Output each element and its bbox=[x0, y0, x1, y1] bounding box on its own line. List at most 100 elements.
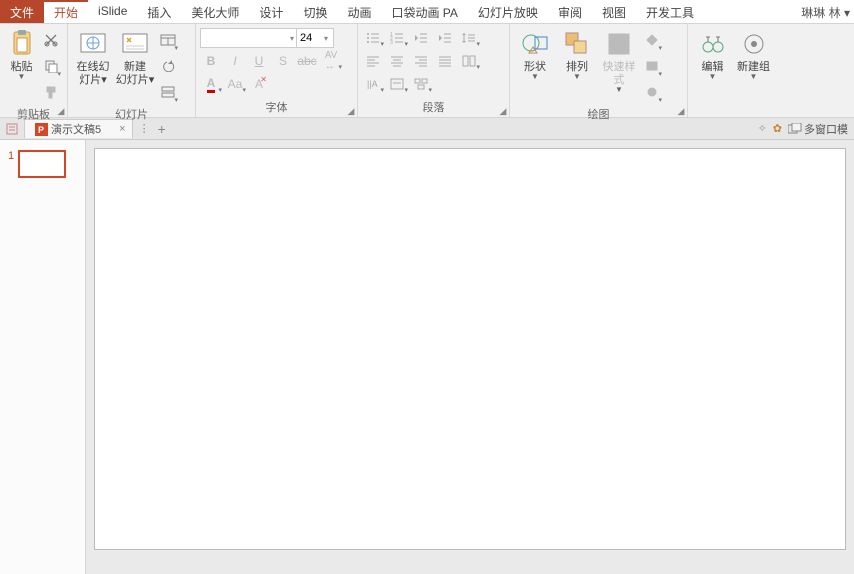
online-slide-label: 在线幻 灯片▾ bbox=[77, 61, 110, 87]
arrange-icon bbox=[561, 28, 593, 60]
slides-group-label: 幻灯片 bbox=[72, 106, 191, 124]
tab-beautify[interactable]: 美化大师 bbox=[181, 0, 249, 23]
editing-group-label bbox=[692, 115, 774, 117]
drawing-dialog-launcher[interactable]: ◢ bbox=[676, 106, 686, 116]
tab-slideshow[interactable]: 幻灯片放映 bbox=[468, 0, 548, 23]
tab-animation[interactable]: 动画 bbox=[337, 0, 381, 23]
tab-transition[interactable]: 切换 bbox=[293, 0, 337, 23]
drawing-group-label: 绘图 bbox=[514, 106, 683, 124]
clipboard-group-label: 剪贴板 bbox=[4, 106, 63, 124]
align-center-button[interactable] bbox=[386, 51, 408, 71]
close-tab-button[interactable]: × bbox=[119, 123, 125, 135]
cut-button[interactable] bbox=[41, 28, 61, 52]
tab-home[interactable]: 开始 bbox=[44, 0, 88, 23]
slide-thumbnail[interactable]: 1 bbox=[8, 150, 85, 178]
svg-text:A: A bbox=[613, 38, 621, 52]
format-painter-button bbox=[41, 80, 61, 104]
tab-developer[interactable]: 开发工具 bbox=[636, 0, 704, 23]
online-slide-icon bbox=[77, 28, 109, 60]
online-slide-button[interactable]: 在线幻 灯片▾ bbox=[72, 26, 114, 89]
font-size-input[interactable] bbox=[296, 28, 334, 48]
text-direction-button[interactable]: ||A bbox=[362, 74, 384, 94]
new-slide-button[interactable]: 新建 幻灯片▾ bbox=[114, 26, 156, 89]
pin-icon[interactable]: ✧ bbox=[758, 122, 767, 135]
chevron-down-icon: ▼ bbox=[573, 74, 581, 80]
align-left-button[interactable] bbox=[362, 51, 384, 71]
svg-text:3: 3 bbox=[390, 40, 393, 44]
svg-text:||A: ||A bbox=[367, 79, 378, 89]
numbering-button[interactable]: 123 bbox=[386, 28, 408, 48]
settings-icon[interactable]: ✿ bbox=[773, 122, 782, 135]
tab-view[interactable]: 视图 bbox=[592, 0, 636, 23]
new-slide-icon bbox=[119, 28, 151, 60]
paragraph-dialog-launcher[interactable]: ◢ bbox=[498, 106, 508, 116]
edit-button[interactable]: 编辑 ▼ bbox=[692, 26, 733, 82]
clipboard-icon bbox=[6, 28, 38, 60]
bullets-button[interactable] bbox=[362, 28, 384, 48]
thumbnail-preview[interactable] bbox=[18, 150, 66, 178]
layout-button[interactable] bbox=[158, 28, 178, 52]
multi-window-button[interactable]: 多窗口模 bbox=[788, 121, 848, 137]
font-group-label: 字体 bbox=[200, 99, 353, 117]
bold-button[interactable]: B bbox=[200, 51, 222, 71]
slide-number: 1 bbox=[8, 150, 14, 162]
quick-styles-button: A 快速样式 ▼ bbox=[598, 26, 640, 95]
increase-indent-button[interactable] bbox=[434, 28, 456, 48]
quick-styles-label: 快速样式 bbox=[598, 61, 640, 87]
align-text-button[interactable] bbox=[386, 74, 408, 94]
chevron-down-icon: ▼ bbox=[531, 74, 539, 80]
user-account[interactable]: 琳琳 林 ▾ bbox=[797, 0, 854, 23]
chevron-down-icon: ▼ bbox=[18, 74, 26, 80]
tab-pocket-animation[interactable]: 口袋动画 PA bbox=[381, 0, 467, 23]
paragraph-group-label: 段落 bbox=[362, 99, 505, 117]
clipboard-dialog-launcher[interactable]: ◢ bbox=[56, 106, 66, 116]
italic-button[interactable]: I bbox=[224, 51, 246, 71]
slide-canvas[interactable] bbox=[94, 148, 846, 550]
shapes-button[interactable]: 形状 ▼ bbox=[514, 26, 556, 82]
font-dialog-launcher[interactable]: ◢ bbox=[346, 106, 356, 116]
section-button[interactable] bbox=[158, 80, 178, 104]
shape-fill-button bbox=[642, 28, 662, 52]
quick-styles-icon: A bbox=[603, 28, 635, 60]
chevron-down-icon: ▼ bbox=[709, 74, 717, 80]
clear-format-button[interactable]: A✕ bbox=[248, 74, 270, 94]
font-color-button[interactable]: A bbox=[200, 74, 222, 94]
arrange-button[interactable]: 排列 ▼ bbox=[556, 26, 598, 82]
slide-canvas-area[interactable] bbox=[86, 140, 854, 574]
tab-insert[interactable]: 插入 bbox=[137, 0, 181, 23]
shape-effects-button bbox=[642, 80, 662, 104]
align-right-button[interactable] bbox=[410, 51, 432, 71]
chevron-down-icon: ▼ bbox=[615, 87, 623, 93]
new-group-icon bbox=[738, 28, 770, 60]
reset-slide-button[interactable] bbox=[158, 54, 178, 78]
new-group-button[interactable]: 新建组 ▼ bbox=[733, 26, 774, 82]
strikethrough-button[interactable]: abc bbox=[296, 51, 318, 71]
tab-file[interactable]: 文件 bbox=[0, 0, 44, 23]
chevron-down-icon: ▼ bbox=[750, 74, 758, 80]
shape-outline-button bbox=[642, 54, 662, 78]
shapes-icon bbox=[519, 28, 551, 60]
svg-text:P: P bbox=[38, 125, 44, 135]
new-slide-label: 新建 幻灯片▾ bbox=[116, 61, 155, 87]
underline-button[interactable]: U bbox=[248, 51, 270, 71]
tab-design[interactable]: 设计 bbox=[249, 0, 293, 23]
font-family-input[interactable] bbox=[200, 28, 300, 48]
char-spacing-button[interactable]: AV↔ bbox=[320, 51, 342, 71]
tab-review[interactable]: 审阅 bbox=[548, 0, 592, 23]
ribbon: 粘贴 ▼ 剪贴板 ◢ 在 bbox=[0, 24, 854, 118]
shadow-button[interactable]: S bbox=[272, 51, 294, 71]
menu-tabbar: 文件 开始 iSlide 插入 美化大师 设计 切换 动画 口袋动画 PA 幻灯… bbox=[0, 0, 854, 24]
binoculars-icon bbox=[697, 28, 729, 60]
line-spacing-button[interactable] bbox=[458, 28, 480, 48]
paste-button[interactable]: 粘贴 ▼ bbox=[4, 26, 39, 82]
tab-islide[interactable]: iSlide bbox=[88, 0, 137, 23]
copy-button[interactable] bbox=[41, 54, 61, 78]
powerpoint-icon: P bbox=[34, 122, 48, 136]
decrease-indent-button[interactable] bbox=[410, 28, 432, 48]
smartart-button[interactable] bbox=[410, 74, 432, 94]
slide-thumbnails-panel[interactable]: 1 bbox=[0, 140, 86, 574]
columns-button[interactable] bbox=[458, 51, 480, 71]
change-case-button[interactable]: Aa bbox=[224, 74, 246, 94]
justify-button[interactable] bbox=[434, 51, 456, 71]
workspace: 1 bbox=[0, 140, 854, 574]
